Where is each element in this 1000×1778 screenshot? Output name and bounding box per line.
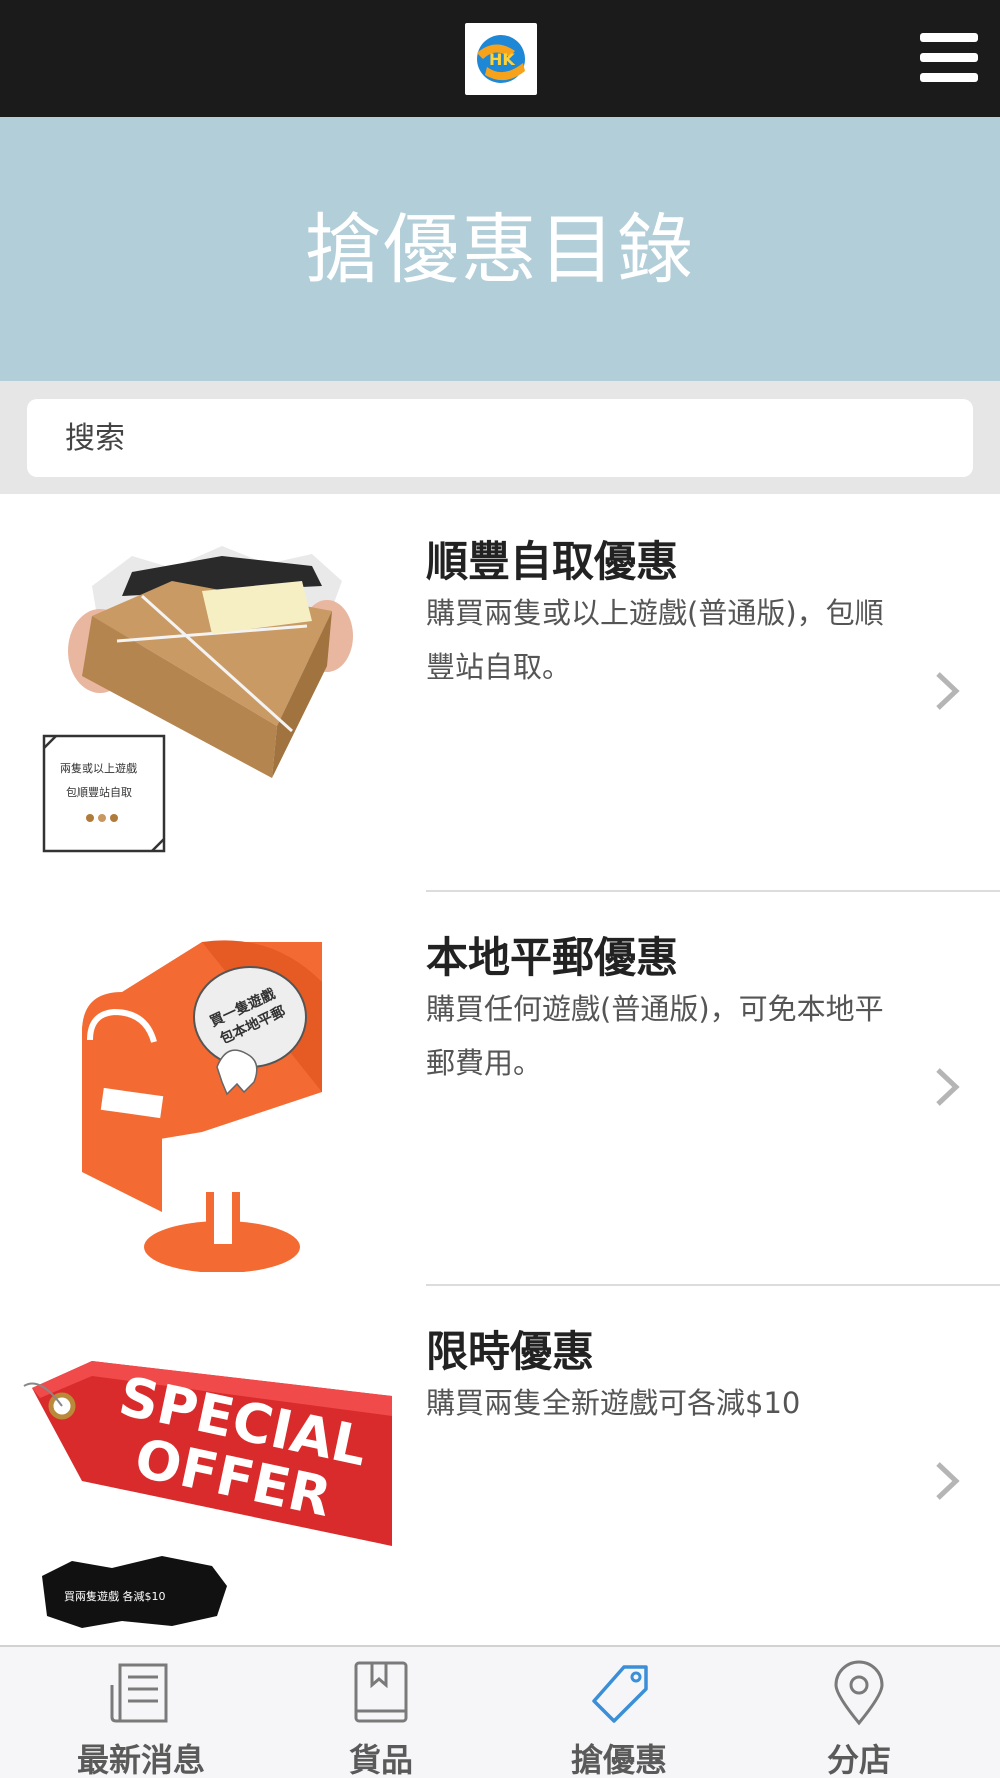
chevron-right-icon xyxy=(936,1068,960,1106)
page-title: 搶優惠目錄 xyxy=(305,205,695,294)
tab-label: 分店 xyxy=(826,1741,891,1778)
chevron-right-icon xyxy=(936,1462,960,1500)
location-pin-icon xyxy=(834,1660,884,1726)
special-offer-tag-image: SPECIAL OFFER 買兩隻遊戲 各減$10 xyxy=(22,1316,392,1666)
tab-label: 最新消息 xyxy=(76,1741,205,1778)
tab-label: 搶優惠 xyxy=(570,1741,667,1778)
tab-offers[interactable]: 搶優惠 xyxy=(494,1647,744,1778)
menu-line xyxy=(920,33,978,42)
page-banner: 搶優惠目錄 xyxy=(0,117,1000,381)
tab-stores[interactable]: 分店 xyxy=(734,1647,984,1778)
newspaper-icon xyxy=(110,1663,168,1723)
offer-title: 順豐自取優惠 xyxy=(426,537,679,586)
sticker-text-2: 包順豐站自取 xyxy=(66,785,132,799)
logo[interactable]: HK xyxy=(465,23,537,95)
offer-title: 本地平郵優惠 xyxy=(426,933,679,982)
parcel-box-image: 兩隻或以上遊戲 包順豐站自取 xyxy=(22,526,392,876)
hamburger-menu-icon[interactable] xyxy=(920,33,978,83)
mailbox-image: 買一隻遊戲 包本地平郵 xyxy=(22,922,392,1273)
offer-item-limited-time[interactable]: SPECIAL OFFER 買兩隻遊戲 各減$10 限時優惠 購買兩隻全新遊戲可… xyxy=(0,1286,1000,1681)
tab-products[interactable]: 貨品 xyxy=(256,1647,506,1778)
top-bar: HK xyxy=(0,0,1000,117)
offer-title: 限時優惠 xyxy=(426,1327,595,1376)
offer-description: 購買任何遊戲(普通版)，可免本地平郵費用。 xyxy=(426,992,884,1080)
grunge-text: 買兩隻遊戲 各減$10 xyxy=(64,1589,166,1603)
tab-label: 貨品 xyxy=(348,1741,413,1778)
offer-description: 購買兩隻或以上遊戲(普通版)，包順豐站自取。 xyxy=(426,596,884,684)
tag-icon xyxy=(592,1665,648,1723)
chevron-right-icon xyxy=(936,672,960,710)
menu-line xyxy=(920,53,978,62)
tab-news[interactable]: 最新消息 xyxy=(16,1647,266,1778)
menu-line xyxy=(920,73,978,82)
page: HK 搶優惠目錄 搜索 兩隻或以上遊戲 包順豐站自取 順豐自取優惠 購買兩隻或以… xyxy=(0,0,1000,1778)
offer-item-sf-pickup[interactable]: 兩隻或以上遊戲 包順豐站自取 順豐自取優惠 購買兩隻或以上遊戲(普通版)，包順豐… xyxy=(0,496,1000,891)
offer-description: 購買兩隻全新遊戲可各減$10 xyxy=(426,1386,801,1420)
search-input[interactable] xyxy=(27,399,973,477)
bottom-tab-bar: 最新消息 貨品 搶優惠 分店 xyxy=(0,1645,1000,1778)
hk-game-logo-icon: HK xyxy=(468,26,534,92)
svg-text:HK: HK xyxy=(489,50,515,69)
offer-item-local-mail[interactable]: 買一隻遊戲 包本地平郵 本地平郵優惠 購買任何遊戲(普通版)，可免本地平郵費用。 xyxy=(0,892,1000,1287)
search-bar xyxy=(0,381,1000,494)
sticker-text-1: 兩隻或以上遊戲 xyxy=(60,761,137,775)
book-icon xyxy=(354,1661,408,1723)
